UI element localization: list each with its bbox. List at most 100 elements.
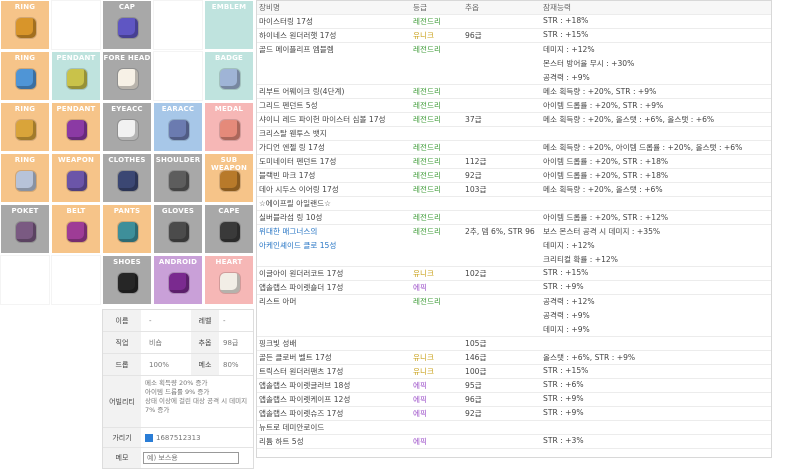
shoulder-icon [169, 171, 189, 191]
slot-pendant[interactable]: PENDANT [51, 102, 101, 152]
table-row[interactable]: 도미네이터 펜던트 17성 레전드리 112급 아이템 드롭률 : +20%, STR… [257, 155, 771, 169]
slot-gloves[interactable]: GLOVES [153, 204, 203, 254]
table-row[interactable]: 샤이니 레드 파이헌 마이스터 심볼 17성 레전드리 37급 메소 획득량 : +2… [257, 113, 771, 127]
table-row[interactable]: 그리드 펜던트 5성 레전드리 아이템 드롭률 : +20%, STR : +9% [257, 99, 771, 113]
item-grade: 에픽 [413, 409, 427, 418]
slot-earacc[interactable]: EARACC [153, 102, 203, 152]
table-row[interactable]: 마이스터링 17성 레전드리 STR : +18% [257, 15, 771, 29]
table-row[interactable]: 이글아이 원더러코트 17성 유니크 102급 STR : +15% [257, 267, 771, 281]
table-row[interactable]: 블랙빈 마크 17성 레전드리 92급 아이템 드롭률 : +20%, STR : +… [257, 169, 771, 183]
item-grade: 레전드리 [413, 297, 441, 306]
slot-label: POKET [11, 207, 39, 215]
info-row-ability: 어빌리티 메소 획득량 20% 증가 아이템 드롭률 9% 증가 상태 이상에 걸린… [103, 376, 253, 428]
item-name: 그리드 펜던트 5성 [259, 101, 318, 110]
gloves-icon [169, 222, 189, 242]
slot-android[interactable]: ANDROID [153, 255, 203, 305]
slot-heart[interactable]: HEART [204, 255, 254, 305]
table-row[interactable]: ☆에이프릴 아일랜드☆ [257, 197, 771, 211]
table-row[interactable]: 골든 클로버 벨트 17성 유니크 146급 올스탯 : +6%, STR : +9% [257, 351, 771, 365]
slot-label: PENDANT [56, 54, 96, 62]
item-bonus-stat: 92급 [465, 171, 482, 180]
hide-value: 1687512313 [156, 433, 201, 442]
slot-emblem[interactable]: EMBLEM [204, 0, 254, 50]
table-row[interactable]: 리부트 어웨이크 링(4단계) 레전드리 메소 획득량 : +20%, STR : … [257, 85, 771, 99]
item-grade: 유니크 [413, 269, 434, 278]
slot-weapon[interactable]: WEAPON [51, 153, 101, 203]
slot-shoulder[interactable]: SHOULDER [153, 153, 203, 203]
item-grade: 레전드리 [413, 115, 441, 124]
slot-shoes[interactable]: SHOES [102, 255, 152, 305]
item-name: 마이스터링 17성 [259, 17, 313, 26]
slot-label: PANTS [113, 207, 141, 215]
slot-ring[interactable]: RING [0, 153, 50, 203]
item-potential: STR : +15% [543, 268, 589, 277]
item-bonus-stat: 105급 [465, 339, 487, 348]
slot-belt[interactable]: BELT [51, 204, 101, 254]
table-row[interactable]: 가디언 엔젤 링 17성 레전드리 메소 획득량 : +20%, 아이템 드롭률 :… [257, 141, 771, 155]
slot-fore-head[interactable]: FORE HEAD [102, 51, 152, 101]
slot-label: BADGE [214, 54, 244, 62]
table-row[interactable]: 앱솔랩스 파이렛숄더 17성 에픽 STR : +9% [257, 281, 771, 295]
item-grade: 에픽 [413, 381, 427, 390]
table-row[interactable]: 데아 시두스 이어링 17성 레전드리 103급 메소 획득량 : +20%, 올스탯… [257, 183, 771, 197]
table-row[interactable]: 하이네스 원더러햇 17성 유니크 96급 STR : +15% [257, 29, 771, 43]
meso-header: 메소 [191, 354, 219, 375]
empty-slot [51, 255, 101, 305]
slot-label: EARACC [161, 105, 195, 113]
item-name: ☆에이프릴 아일랜드☆ [259, 199, 331, 208]
item-grade: 유니크 [413, 31, 434, 40]
item-name: 하이네스 원더러햇 17성 [259, 31, 337, 40]
slot-label: EYEACC [111, 105, 143, 113]
slot-cape[interactable]: CAPE [204, 204, 254, 254]
ability-line: 아이템 드롭률 9% 증가 [145, 388, 210, 396]
list-header: 장비명 등급 추옵 잠재능력 [257, 1, 771, 15]
earring-icon [169, 120, 189, 140]
ability-line: 7% 증가 [145, 406, 170, 414]
item-name: 크리스탈 웬투스 뱃지 [259, 129, 327, 138]
table-row[interactable]: 리튬 하트 5성 에픽 STR : +3% [257, 435, 771, 449]
slot-medal[interactable]: MEDAL [204, 102, 254, 152]
slot-label: ANDROID [158, 258, 198, 266]
table-row[interactable]: 앱솔랩스 파이렛슈즈 17성 에픽 92급 STR : +9% [257, 407, 771, 421]
item-grade: 레전드리 [413, 143, 441, 152]
slot-poket[interactable]: POKET [0, 204, 50, 254]
item-bonus-stat: 103급 [465, 185, 487, 194]
slot-badge[interactable]: BADGE [204, 51, 254, 101]
slot-cap[interactable]: CAP [102, 0, 152, 50]
table-row[interactable]: 앱솔랩스 파이렛글러브 18성 에픽 95급 STR : +6% [257, 379, 771, 393]
table-row[interactable]: 핑크빛 성배 105급 [257, 337, 771, 351]
slot-sub-weapon[interactable]: SUB WEAPON [204, 153, 254, 203]
table-row[interactable]: 뉴트로 데미안로이드 [257, 421, 771, 435]
item-bonus-stat: 112급 [465, 157, 487, 166]
slot-ring[interactable]: RING [0, 0, 50, 50]
slot-label: RING [14, 156, 36, 164]
slot-ring[interactable]: RING [0, 51, 50, 101]
table-row[interactable]: 크리스탈 웬투스 뱃지 [257, 127, 771, 141]
item-potential: STR : +9% [543, 394, 584, 403]
slot-label: BELT [66, 207, 86, 215]
slot-label: SHOULDER [155, 156, 201, 164]
pants-icon [118, 222, 138, 242]
table-row[interactable]: 위대한 매그너스의 아케인셰이드 클로 15성 레전드리 2추, 뎀 6%, STR … [257, 225, 771, 267]
item-name: 앱솔랩스 파이렛숄더 17성 [259, 283, 344, 292]
memo-input[interactable] [143, 452, 239, 464]
hide-checkbox[interactable] [145, 433, 153, 442]
slot-ring[interactable]: RING [0, 102, 50, 152]
item-potential: 아이템 드롭률 : +20%, STR : +18% [543, 171, 669, 180]
slot-label: RING [14, 105, 36, 113]
item-bonus-stat: 37급 [465, 115, 482, 124]
table-row[interactable]: 실버블라섬 링 10성 레전드리 아이템 드롭률 : +20%, STR : +12… [257, 211, 771, 225]
item-potential: 메소 획득량 : +20%, 아이템 드롭률 : +20%, 올스탯 : +6% [543, 143, 743, 152]
slot-eyeacc[interactable]: EYEACC [102, 102, 152, 152]
table-row[interactable]: 리스트 아머 레전드리 공격력 : +12% 공격력 : +9% 데미지 : +9% [257, 295, 771, 337]
item-potential: STR : +15% [543, 366, 589, 375]
table-row[interactable]: 트릭스터 원더러팬츠 17성 유니크 100급 STR : +15% [257, 365, 771, 379]
table-row[interactable]: 골드 메이플리프 엠블렘 레전드리 데미지 : +12% 몬스터 방어율 무시 : +… [257, 43, 771, 85]
slot-clothes[interactable]: CLOTHES [102, 153, 152, 203]
slot-pants[interactable]: PANTS [102, 204, 152, 254]
info-row-drop: 드롭 100% 메소 80% [103, 354, 253, 376]
slot-pendant[interactable]: PENDANT [51, 51, 101, 101]
table-row[interactable]: 앱솔랩스 파이렛케이프 12성 에픽 96급 STR : +9% [257, 393, 771, 407]
job-value: 비숍 [149, 338, 162, 347]
ring-icon [16, 18, 36, 38]
